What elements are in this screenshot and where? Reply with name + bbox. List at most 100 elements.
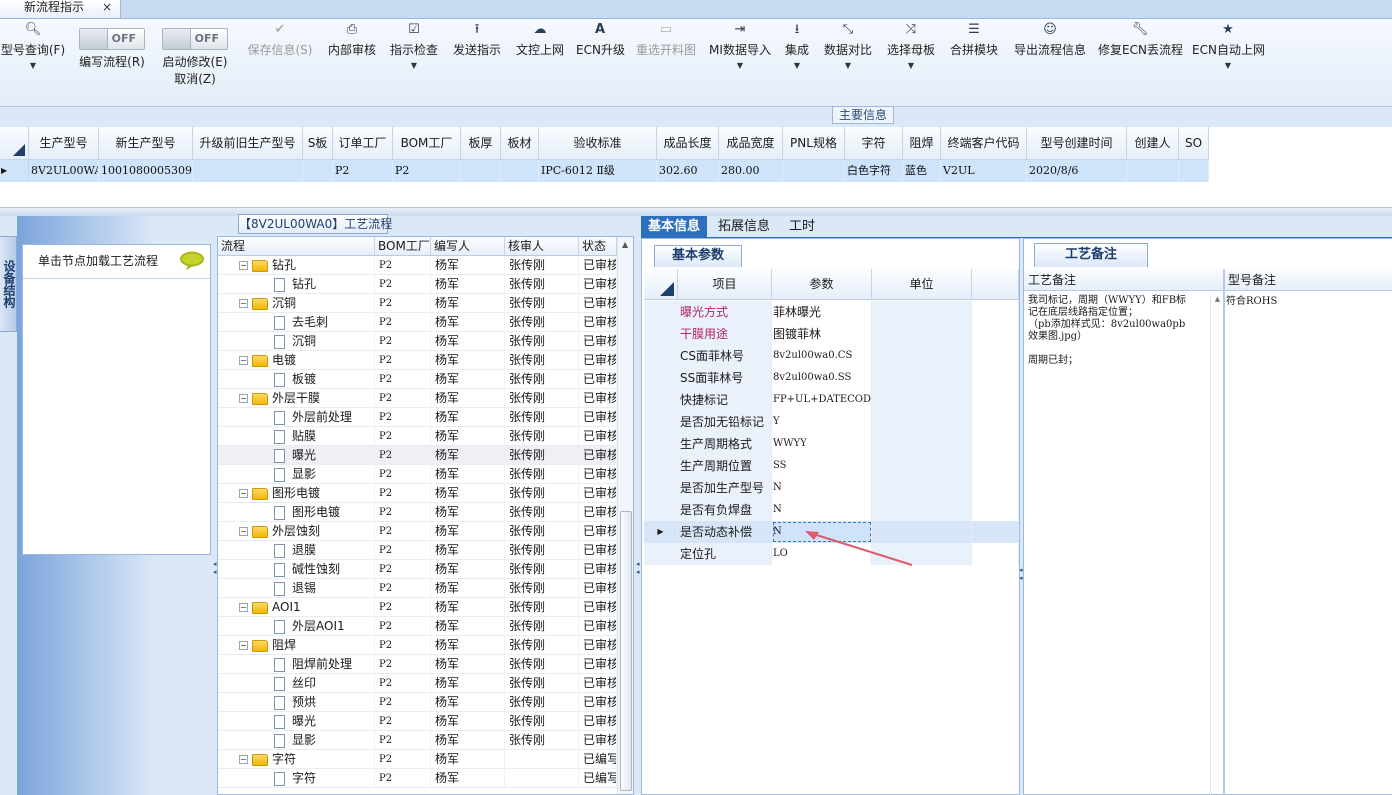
main-info-cell[interactable] — [1127, 160, 1179, 182]
tree-node-name[interactable]: 预烘 — [218, 693, 375, 712]
tree-step-row[interactable]: 贴膜 P2 杨军 张传刚 已审核 — [218, 427, 617, 446]
chevron-down-icon[interactable]: ▼ — [885, 59, 937, 73]
tree-node-name[interactable]: − AOI1 — [218, 598, 375, 617]
tree-step-row[interactable]: 曝光 P2 杨军 张传刚 已审核 — [218, 712, 617, 731]
tree-node-name[interactable]: − 电镀 — [218, 351, 375, 370]
tree-step-row[interactable]: 钻孔 P2 杨军 张传刚 已审核 — [218, 275, 617, 294]
tree-group-row[interactable]: − 字符 P2 杨军 已编写 — [218, 750, 617, 769]
main-info-cell[interactable]: P2 — [393, 160, 461, 182]
tree-node-name[interactable]: 图形电镀 — [218, 503, 375, 522]
param-value[interactable]: WWYY — [772, 433, 872, 455]
tree-group-row[interactable]: − 电镀 P2 杨军 张传刚 已审核 — [218, 351, 617, 370]
send-indicator-button[interactable]: ⭱ 发送指示 — [451, 19, 503, 107]
tree-step-row[interactable]: 曝光 P2 杨军 张传刚 已审核 — [218, 446, 617, 465]
param-row[interactable]: SS面菲林号 8v2ul00wa0.SS — [644, 367, 1019, 389]
tree-node-name[interactable]: − 图形电镀 — [218, 484, 375, 503]
start-modify-toggle[interactable]: OFF — [162, 28, 228, 50]
param-value[interactable]: 图镀菲林 — [772, 323, 872, 345]
collapse-icon[interactable]: − — [239, 394, 248, 403]
main-info-cell[interactable]: 8V2UL00WA0 — [29, 160, 99, 182]
param-value[interactable]: FP+UL+DATECODE — [772, 389, 872, 411]
param-row[interactable]: 是否加生产型号 N — [644, 477, 1019, 499]
tree-step-row[interactable]: 外层前处理 P2 杨军 张传刚 已审核 — [218, 408, 617, 427]
tree-node-name[interactable]: 外层AOI1 — [218, 617, 375, 636]
tab-extended-info[interactable]: 拓展信息 — [711, 216, 777, 238]
param-unit[interactable] — [872, 389, 972, 411]
tree-group-row[interactable]: − 外层蚀刻 P2 杨军 张传刚 已审核 — [218, 522, 617, 541]
main-info-header[interactable]: 板材 — [501, 127, 539, 160]
tree-group-row[interactable]: − 阻焊 P2 杨军 张传刚 已审核 — [218, 636, 617, 655]
tree-step-row[interactable]: 字符 P2 杨军 已编写 — [218, 769, 617, 788]
param-value[interactable]: 8v2ul00wa0.CS — [772, 345, 872, 367]
param-unit[interactable] — [872, 345, 972, 367]
collapse-icon[interactable]: − — [239, 603, 248, 612]
edit-flow-toggle[interactable]: OFF — [79, 28, 145, 50]
main-info-cell[interactable]: 白色字符 — [845, 160, 903, 182]
ecn-auto-upload-button[interactable]: ★ ECN自动上网 ▼ — [1192, 19, 1265, 107]
tree-step-row[interactable]: 图形电镀 P2 杨军 张传刚 已审核 — [218, 503, 617, 522]
main-info-header[interactable]: 终端客户代码 — [941, 127, 1027, 160]
main-info-cell[interactable]: 蓝色 — [903, 160, 941, 182]
tree-node-name[interactable]: 贴膜 — [218, 427, 375, 446]
main-info-header[interactable]: 升级前旧生产型号 — [193, 127, 303, 160]
model-remarks-text[interactable]: 符合ROHS — [1226, 296, 1386, 308]
reselect-image-button[interactable]: ▭ 重选开料图 — [634, 19, 698, 107]
mi-import-button[interactable]: ⇥ MI数据导入 ▼ — [708, 19, 772, 107]
param-row[interactable]: 生产周期位置 SS — [644, 455, 1019, 477]
tree-node-name[interactable]: − 沉铜 — [218, 294, 375, 313]
tree-node-name[interactable]: − 外层蚀刻 — [218, 522, 375, 541]
export-flow-button[interactable]: ☺ 导出流程信息 — [1011, 19, 1089, 107]
main-info-cell[interactable] — [461, 160, 501, 182]
fix-ecn-button[interactable]: 🔧︎ 修复ECN丢流程 — [1098, 19, 1183, 107]
scroll-up-icon[interactable]: ▲ — [622, 240, 628, 249]
tree-header-bom[interactable]: BOM工厂 — [375, 237, 431, 256]
main-info-header[interactable]: 成品宽度 — [719, 127, 783, 160]
main-info-cell[interactable] — [193, 160, 303, 182]
tab-work-hours[interactable]: 工时 — [782, 216, 822, 238]
collapse-icon[interactable]: − — [239, 641, 248, 650]
param-unit[interactable] — [872, 477, 972, 499]
chevron-down-icon[interactable]: ▼ — [782, 59, 812, 73]
main-info-header[interactable]: S板 — [303, 127, 333, 160]
param-unit[interactable] — [872, 499, 972, 521]
tree-step-row[interactable]: 阻焊前处理 P2 杨军 张传刚 已审核 — [218, 655, 617, 674]
tree-step-row[interactable]: 显影 P2 杨军 张传刚 已审核 — [218, 465, 617, 484]
param-value[interactable]: 菲林曝光 — [772, 301, 872, 323]
tree-group-row[interactable]: − 沉铜 P2 杨军 张传刚 已审核 — [218, 294, 617, 313]
tree-node-name[interactable]: − 钻孔 — [218, 256, 375, 275]
scroll-thumb[interactable] — [620, 511, 632, 791]
save-info-button[interactable]: ✔ 保存信息(S) — [244, 19, 316, 107]
tree-step-row[interactable]: 沉铜 P2 杨军 张传刚 已审核 — [218, 332, 617, 351]
tree-node-name[interactable]: 显影 — [218, 731, 375, 750]
merge-module-button[interactable]: ☰ 合拼模块 — [948, 19, 1000, 107]
param-row[interactable]: 快捷标记 FP+UL+DATECODE — [644, 389, 1019, 411]
vertical-tab-device-structure[interactable]: 设备结构 — [0, 236, 17, 332]
tree-node-name[interactable]: 沉铜 — [218, 332, 375, 351]
main-info-header[interactable]: 生产型号 — [29, 127, 99, 160]
tree-node-name[interactable]: 退膜 — [218, 541, 375, 560]
main-info-cell[interactable]: 10010800053091 — [99, 160, 193, 182]
ecn-upgrade-button[interactable]: A ECN升级 — [576, 19, 625, 107]
tab-basic-params[interactable]: 基本参数 — [654, 245, 742, 267]
chevron-down-icon[interactable]: ▼ — [822, 59, 874, 73]
param-row[interactable]: CS面菲林号 8v2ul00wa0.CS — [644, 345, 1019, 367]
main-info-cell[interactable]: 2020/8/6 — [1027, 160, 1127, 182]
tree-step-row[interactable]: 退锡 P2 杨军 张传刚 已审核 — [218, 579, 617, 598]
main-info-cell[interactable] — [303, 160, 333, 182]
splitter-grip-icon[interactable]: ◂ ◂ — [636, 560, 640, 576]
collapse-icon[interactable]: − — [239, 755, 248, 764]
tree-step-row[interactable]: 去毛刺 P2 杨军 张传刚 已审核 — [218, 313, 617, 332]
tree-step-row[interactable]: 外层AOI1 P2 杨军 张传刚 已审核 — [218, 617, 617, 636]
param-row[interactable]: 曝光方式 菲林曝光 — [644, 301, 1019, 323]
tree-node-name[interactable]: − 字符 — [218, 750, 375, 769]
main-info-header[interactable]: 阻焊 — [903, 127, 941, 160]
tree-scrollbar[interactable]: ▲ — [617, 237, 633, 794]
tree-header-status[interactable]: 状态 — [579, 237, 617, 256]
tree-header-reviewer[interactable]: 核审人 — [505, 237, 579, 256]
main-info-cell[interactable]: V2UL — [941, 160, 1027, 182]
tree-step-row[interactable]: 退膜 P2 杨军 张传刚 已审核 — [218, 541, 617, 560]
main-info-cell[interactable]: 302.60 — [657, 160, 719, 182]
main-info-header[interactable]: 字符 — [845, 127, 903, 160]
tab-process-remarks[interactable]: 工艺备注 — [1034, 243, 1148, 267]
main-info-header[interactable]: 创建人 — [1127, 127, 1179, 160]
